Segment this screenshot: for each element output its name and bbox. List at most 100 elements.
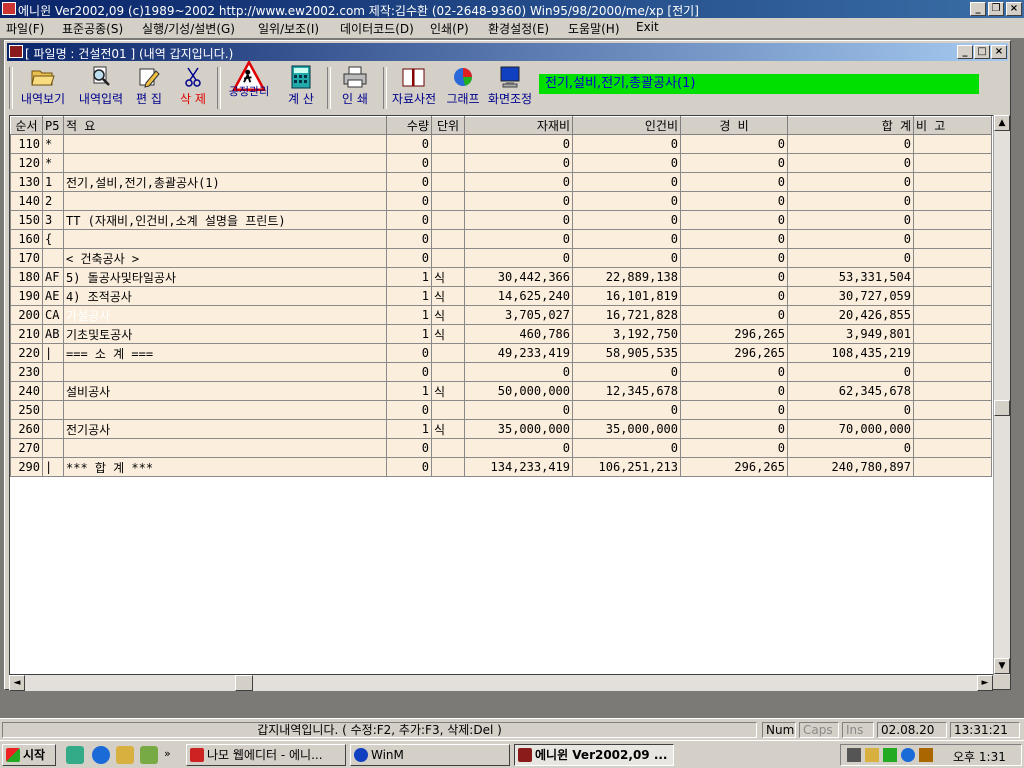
cell-total[interactable]: 70,000,000 xyxy=(787,419,914,439)
cell-expense[interactable]: 296,265 xyxy=(680,457,788,477)
estimate-grid[interactable]: 순서 P5 적 요 수량 단위 자재비 인건비 경 비 합 계 비 고 110 *… xyxy=(9,115,995,675)
cell-unit[interactable] xyxy=(431,457,465,477)
cell-unit[interactable] xyxy=(431,362,465,382)
cell-unit[interactable] xyxy=(431,191,465,211)
cell-p5[interactable]: 3 xyxy=(42,210,64,230)
cell-remarks[interactable] xyxy=(913,324,992,344)
cell-expense[interactable]: 0 xyxy=(680,210,788,230)
delete-button[interactable]: 삭 제 xyxy=(175,65,211,111)
cell-description[interactable]: 4) 조적공사 xyxy=(63,286,387,306)
cell-labor[interactable]: 0 xyxy=(572,362,681,382)
cell-p5[interactable] xyxy=(42,362,64,382)
cell-description[interactable]: 설비공사 xyxy=(63,381,387,401)
cell-p5[interactable]: 1 xyxy=(42,172,64,192)
cell-material[interactable]: 0 xyxy=(464,248,573,268)
cell-labor[interactable]: 0 xyxy=(572,229,681,249)
cell-expense[interactable]: 0 xyxy=(680,153,788,173)
table-row[interactable]: 220 | === 소 계 === 0 49,233,419 58,905,535 296,… xyxy=(10,343,992,363)
cell-total[interactable]: 20,426,855 xyxy=(787,305,914,325)
cell-p5[interactable]: | xyxy=(42,343,64,363)
cell-total[interactable]: 108,435,219 xyxy=(787,343,914,363)
table-row[interactable]: 110 * 0 0 0 0 0 xyxy=(10,134,992,154)
cell-seq[interactable]: 240 xyxy=(10,381,43,401)
cell-expense[interactable]: 0 xyxy=(680,134,788,154)
hscroll-thumb[interactable] xyxy=(235,675,253,691)
taskbar-clock[interactable]: 오후 1:31 xyxy=(953,748,1006,765)
cell-labor[interactable]: 0 xyxy=(572,153,681,173)
cell-p5[interactable]: { xyxy=(42,229,64,249)
menu-datacode[interactable]: 데이터코드(D) xyxy=(340,20,414,37)
edit-button[interactable]: 편 집 xyxy=(131,65,167,111)
cell-remarks[interactable] xyxy=(913,381,992,401)
cell-total[interactable]: 0 xyxy=(787,134,914,154)
menu-help[interactable]: 도움말(H) xyxy=(568,20,620,37)
cell-material[interactable]: 0 xyxy=(464,438,573,458)
cell-seq[interactable]: 140 xyxy=(10,191,43,211)
tray-globe-icon[interactable] xyxy=(901,748,915,762)
cell-total[interactable]: 0 xyxy=(787,191,914,211)
cell-expense[interactable]: 296,265 xyxy=(680,343,788,363)
scroll-down-button[interactable]: ▼ xyxy=(994,658,1010,674)
cell-quantity[interactable]: 0 xyxy=(386,362,432,382)
cell-p5[interactable] xyxy=(42,438,64,458)
vertical-scrollbar[interactable]: ▲ ▼ xyxy=(993,115,1010,675)
cell-description[interactable]: 가설공사 xyxy=(63,305,387,325)
dictionary-button[interactable]: 자료사전 xyxy=(389,65,439,111)
cell-description[interactable]: 전기공사 xyxy=(63,419,387,439)
cell-seq[interactable]: 220 xyxy=(10,343,43,363)
cell-material[interactable]: 35,000,000 xyxy=(464,419,573,439)
tray-app-icon[interactable] xyxy=(883,748,897,762)
cell-description[interactable]: === 소 계 === xyxy=(63,343,387,363)
scroll-thumb[interactable] xyxy=(994,400,1010,416)
cell-labor[interactable]: 106,251,213 xyxy=(572,457,681,477)
quicklaunch-desktop-icon[interactable] xyxy=(66,746,84,764)
table-row[interactable]: 120 * 0 0 0 0 0 xyxy=(10,153,992,173)
cell-seq[interactable]: 270 xyxy=(10,438,43,458)
menu-print[interactable]: 인쇄(P) xyxy=(430,20,469,37)
cell-p5[interactable]: CA xyxy=(42,305,64,325)
cell-p5[interactable] xyxy=(42,248,64,268)
menu-execute[interactable]: 실행/기성/설변(G) xyxy=(142,20,235,37)
cell-unit[interactable] xyxy=(431,400,465,420)
table-row[interactable]: 270 0 0 0 0 0 xyxy=(10,438,992,458)
col-header-p5[interactable]: P5 xyxy=(42,116,64,135)
cell-quantity[interactable]: 0 xyxy=(386,343,432,363)
minimize-button[interactable]: _ xyxy=(970,2,986,16)
cell-unit[interactable] xyxy=(431,172,465,192)
scroll-left-button[interactable]: ◄ xyxy=(9,675,25,691)
cell-seq[interactable]: 170 xyxy=(10,248,43,268)
table-row[interactable]: 170 < 건축공사 >0 0 0 0 0 xyxy=(10,248,992,268)
menu-unit[interactable]: 일위/보조(I) xyxy=(258,20,319,37)
cell-seq[interactable]: 160 xyxy=(10,229,43,249)
col-header-remarks[interactable]: 비 고 xyxy=(913,116,992,135)
table-row[interactable]: 180 AF 5) 돌공사및타일공사 1 식 30,442,366 22,889,138 0 5… xyxy=(10,267,992,287)
col-header-material[interactable]: 자재비 xyxy=(464,116,573,135)
cell-labor[interactable]: 16,101,819 xyxy=(572,286,681,306)
cell-remarks[interactable] xyxy=(913,286,992,306)
cell-quantity[interactable]: 0 xyxy=(386,457,432,477)
cell-expense[interactable]: 0 xyxy=(680,381,788,401)
cell-expense[interactable]: 0 xyxy=(680,229,788,249)
menu-file[interactable]: 파일(F) xyxy=(6,20,44,37)
col-header-labor[interactable]: 인건비 xyxy=(572,116,681,135)
cell-unit[interactable] xyxy=(431,134,465,154)
cell-unit[interactable] xyxy=(431,438,465,458)
cell-description[interactable] xyxy=(63,400,387,420)
cell-p5[interactable]: | xyxy=(42,457,64,477)
view-estimate-button[interactable]: 내역보기 xyxy=(17,65,69,111)
cell-labor[interactable]: 58,905,535 xyxy=(572,343,681,363)
quicklaunch-app-icon[interactable] xyxy=(140,746,158,764)
cell-labor[interactable]: 0 xyxy=(572,438,681,458)
horizontal-scrollbar[interactable]: ◄ ► xyxy=(9,675,993,691)
cell-total[interactable]: 0 xyxy=(787,400,914,420)
cell-material[interactable]: 0 xyxy=(464,153,573,173)
cell-description[interactable]: 기초및토공사 xyxy=(63,324,387,344)
cell-remarks[interactable] xyxy=(913,362,992,382)
restore-button[interactable]: ❐ xyxy=(988,2,1004,16)
cell-material[interactable]: 0 xyxy=(464,134,573,154)
table-row[interactable]: 240 설비공사 1 식 50,000,000 12,345,678 0 62,345,678 xyxy=(10,381,992,401)
cell-quantity[interactable]: 1 xyxy=(386,305,432,325)
cell-material[interactable]: 0 xyxy=(464,362,573,382)
col-header-unit[interactable]: 단위 xyxy=(431,116,465,135)
cell-seq[interactable]: 210 xyxy=(10,324,43,344)
